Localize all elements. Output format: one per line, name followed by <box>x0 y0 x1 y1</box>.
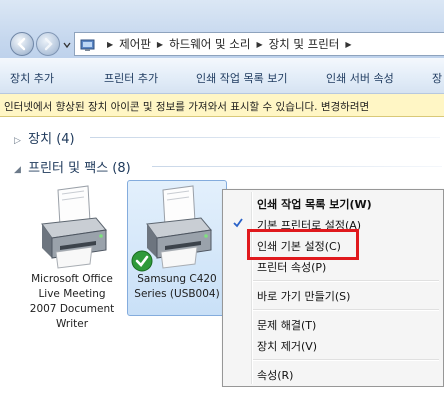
group-printers[interactable]: ◢ 프린터 및 팩스 (8) <box>14 157 131 176</box>
breadcrumb-separator-icon[interactable]: ▶ <box>256 40 262 49</box>
group-printers-label: 프린터 및 팩스 (8) <box>28 161 131 176</box>
breadcrumb-separator-icon[interactable]: ▶ <box>157 40 163 49</box>
breadcrumb-hardware-sound[interactable]: 하드웨어 및 소리 <box>169 36 250 52</box>
menu-item-troubleshoot[interactable]: 문제 해결(T) <box>257 317 316 333</box>
menu-separator <box>253 309 439 311</box>
group-divider <box>152 166 442 167</box>
default-printer-check-icon <box>131 250 153 272</box>
command-bar: 장치 추가 프린터 추가 인쇄 작업 목록 보기 인쇄 서버 속성 장 <box>0 58 444 94</box>
menu-item-properties[interactable]: 속성(R) <box>257 367 293 383</box>
annotation-highlight-box <box>247 229 359 260</box>
more-commands-button[interactable]: 장 <box>432 70 442 86</box>
see-print-queue-button[interactable]: 인쇄 작업 목록 보기 <box>196 70 287 86</box>
expand-triangle-icon: ▷ <box>14 136 21 146</box>
breadcrumb-separator-icon: ▶ <box>107 39 114 49</box>
collapse-triangle-icon: ◢ <box>14 165 21 175</box>
print-server-properties-button[interactable]: 인쇄 서버 속성 <box>326 70 394 86</box>
menu-separator <box>253 359 439 361</box>
group-devices[interactable]: ▷ 장치 (4) <box>14 128 75 147</box>
group-divider <box>90 137 440 138</box>
context-menu: 인쇄 작업 목록 보기(W) 기본 프린터로 설정(A) 인쇄 기본 설정(C)… <box>222 189 444 387</box>
back-button[interactable] <box>10 32 34 56</box>
printer-label: Samsung C420 Series (USB004) <box>134 273 220 300</box>
breadcrumb-control-panel[interactable]: 제어판 <box>119 36 151 52</box>
breadcrumb: ▶ 제어판 ▶ 하드웨어 및 소리 ▶ 장치 및 프린터 ▶ <box>101 33 358 55</box>
add-printer-button[interactable]: 프린터 추가 <box>104 70 158 86</box>
menu-gutter <box>251 192 253 384</box>
menu-item-create-shortcut[interactable]: 바로 가기 만들기(S) <box>257 288 350 304</box>
history-chevron-down-icon[interactable] <box>62 40 72 50</box>
group-devices-label: 장치 (4) <box>28 132 75 147</box>
devices-and-printers-window: ▶ 제어판 ▶ 하드웨어 및 소리 ▶ 장치 및 프린터 ▶ 장치 추가 프린터… <box>0 0 444 407</box>
title-bar: ▶ 제어판 ▶ 하드웨어 및 소리 ▶ 장치 및 프린터 ▶ <box>0 0 444 58</box>
info-bar-text: 인터넷에서 향상된 장치 아이콘 및 정보를 가져와서 표시할 수 있습니다. … <box>4 101 370 113</box>
printer-icon <box>41 185 107 269</box>
breadcrumb-separator-icon[interactable]: ▶ <box>345 40 351 49</box>
add-device-button[interactable]: 장치 추가 <box>10 70 54 86</box>
menu-separator <box>253 280 439 282</box>
menu-item-remove-device[interactable]: 장치 제거(V) <box>257 338 317 354</box>
forward-button[interactable] <box>36 32 60 56</box>
back-arrow-icon <box>17 37 26 51</box>
address-bar[interactable]: ▶ 제어판 ▶ 하드웨어 및 소리 ▶ 장치 및 프린터 ▶ <box>74 32 444 56</box>
bottom-strip <box>0 387 444 407</box>
control-panel-icon <box>80 39 95 51</box>
forward-arrow-icon <box>44 37 53 51</box>
menu-item-printer-properties[interactable]: 프린터 속성(P) <box>257 259 326 275</box>
info-bar[interactable]: 인터넷에서 향상된 장치 아이콘 및 정보를 가져와서 표시할 수 있습니다. … <box>0 94 444 117</box>
printer-label: Microsoft Office Live Meeting 2007 Docum… <box>29 273 115 330</box>
check-mark-icon <box>233 218 243 228</box>
menu-item-see-print-queue[interactable]: 인쇄 작업 목록 보기(W) <box>257 196 372 212</box>
breadcrumb-devices-printers[interactable]: 장치 및 프린터 <box>269 36 340 52</box>
